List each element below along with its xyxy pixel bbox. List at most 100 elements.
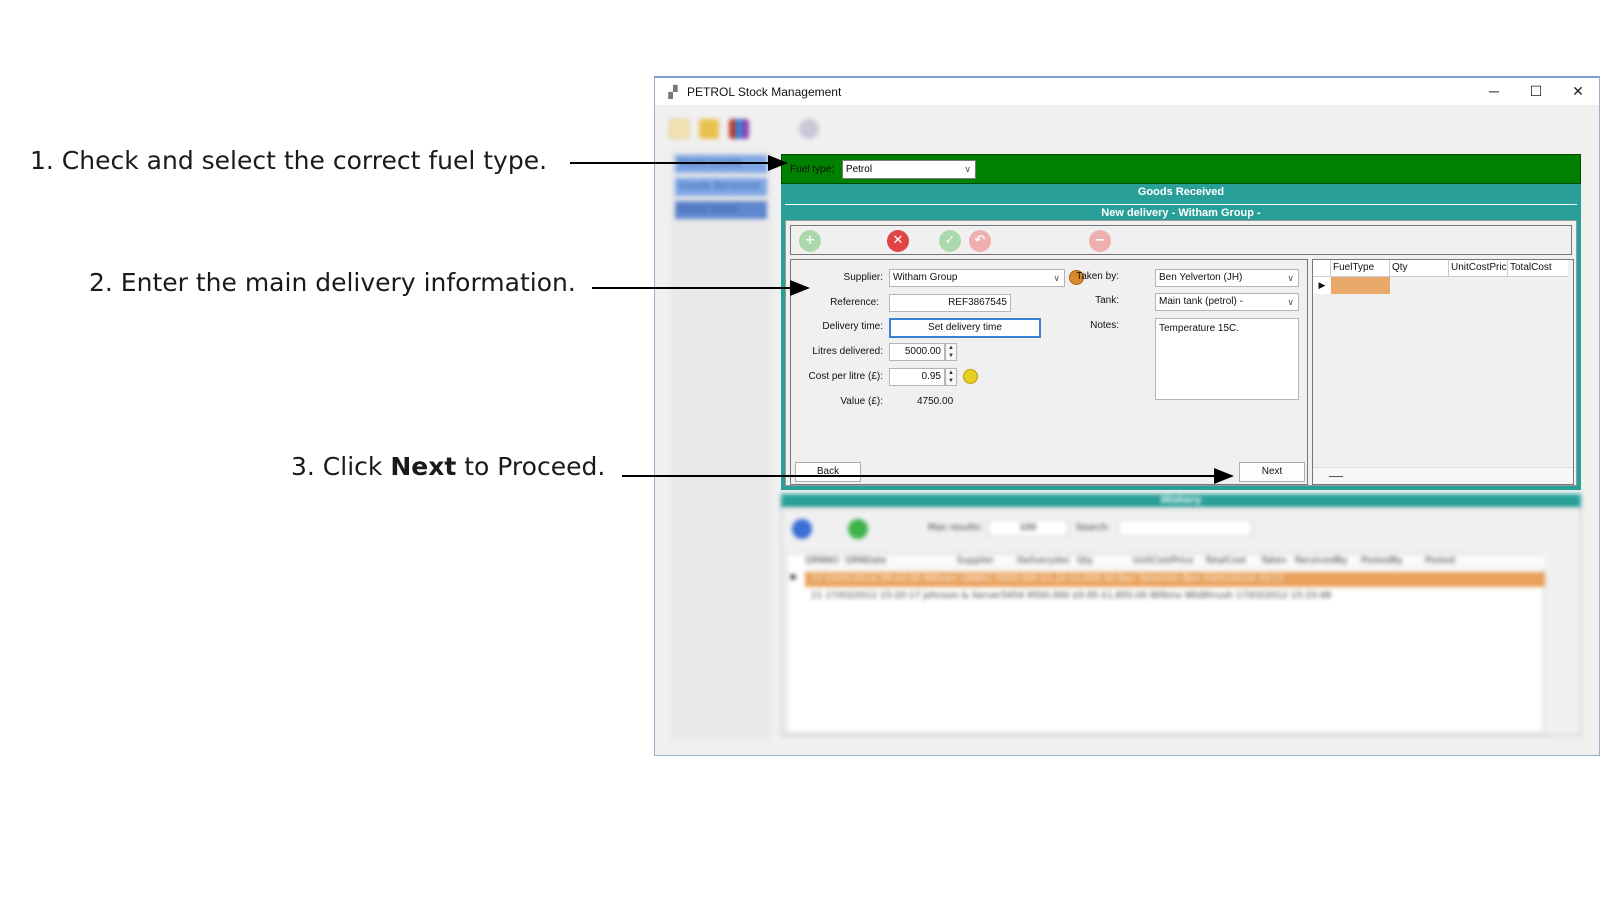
history-header: History	[781, 494, 1581, 508]
callout-step-1: 1. Check and select the correct fuel typ…	[30, 146, 548, 175]
help-icon[interactable]	[799, 119, 819, 139]
next-button[interactable]: Next	[1239, 462, 1305, 482]
callout-step-3-prefix: 3. Click	[291, 452, 391, 481]
chevron-down-icon: ∨	[964, 163, 971, 174]
history-col[interactable]: TotalCost	[1205, 554, 1261, 568]
callout-step-2: 2. Enter the main delivery information.	[89, 268, 576, 297]
reference-input[interactable]: REF3867545	[889, 294, 1011, 312]
grid-col-totalcost[interactable]: TotalCost	[1508, 260, 1568, 276]
grid-scroll-thumb[interactable]	[1329, 476, 1343, 477]
value-amount: 4750.00	[917, 396, 954, 407]
table-row[interactable]: 11 17/03/2012 15:20:17 Johnson & Server5…	[805, 589, 1545, 604]
cost-per-litre-input[interactable]: 0.95	[889, 368, 945, 386]
grid-col-spacer	[1313, 260, 1331, 276]
main-toolbar	[661, 114, 1591, 144]
history-row-pointer: ▶	[791, 572, 798, 581]
goods-received-panel: New delivery - Witham Group - + ✕ ✓ ↶ − …	[781, 200, 1581, 490]
search-input[interactable]	[1118, 519, 1252, 537]
litres-delivered-label: Litres delivered:	[812, 346, 883, 357]
back-button[interactable]: Back	[795, 462, 861, 482]
taken-by-label: Taken by:	[1076, 271, 1119, 282]
supplier-value: Witham Group	[893, 272, 958, 283]
window-title: PETROL Stock Management	[687, 84, 842, 99]
callout-step-3: 3. Click Next to Proceed.	[291, 452, 605, 482]
callout-step-3-suffix: to Proceed.	[456, 452, 606, 481]
confirm-icon[interactable]: ✓	[939, 230, 961, 252]
sidebar-item-stock-levels[interactable]: Stock Levels	[675, 155, 767, 173]
sidebar-item-goods-received[interactable]: Goods Received	[675, 178, 767, 196]
history-col[interactable]: GRNDate	[845, 554, 957, 568]
app-icon: ▞	[668, 84, 678, 99]
delivery-form: Supplier: Witham Group ∨ Reference: REF3…	[790, 259, 1308, 485]
delivery-lines-grid: FuelType Qty UnitCostPric TotalCost ▶	[1312, 259, 1574, 485]
cost-per-litre-label: Cost per litre (£):	[808, 371, 883, 382]
grid-scrollbar[interactable]	[1313, 467, 1573, 484]
goods-received-header: Goods Received	[781, 184, 1581, 200]
sidebar-item-blend-stock[interactable]: Blend Stock	[675, 201, 767, 219]
new-delivery-header: New delivery - Witham Group -	[785, 204, 1577, 220]
cancel-icon[interactable]: ✕	[887, 230, 909, 252]
chart-icon[interactable]	[729, 119, 749, 139]
taken-by-value: Ben Yelverton (JH)	[1159, 272, 1243, 283]
value-label: Value (£):	[840, 396, 883, 407]
history-col[interactable]: PostedBy	[1361, 554, 1425, 568]
fuel-type-label: Fuel type:	[790, 163, 834, 175]
history-table-header: GRNNO GRNDate Supplier Deliverydoc Qty U…	[805, 554, 1545, 569]
app-window: ▞ PETROL Stock Management ─ ☐ ✕ Stock Le…	[654, 76, 1600, 756]
fuel-type-select[interactable]: Petrol ∨	[841, 159, 976, 179]
sidebar: Stock Levels Goods Received Blend Stock	[671, 150, 771, 740]
grid-row-pointer: ▶	[1313, 277, 1331, 294]
chevron-down-icon: ∨	[1287, 297, 1294, 307]
remove-icon[interactable]: −	[1089, 230, 1111, 252]
set-delivery-time-button[interactable]: Set delivery time	[889, 318, 1041, 338]
tank-value: Main tank (petrol) -	[1159, 296, 1243, 307]
refresh-icon[interactable]	[848, 519, 868, 539]
callout-step-3-bold: Next	[390, 452, 457, 481]
history-col[interactable]: Supplier	[957, 554, 1017, 568]
info-icon[interactable]	[792, 519, 812, 539]
search-label: Search:	[1076, 523, 1110, 533]
delivery-toolbar: + ✕ ✓ ↶ −	[790, 225, 1572, 255]
max-results-label: Max results:	[928, 523, 983, 533]
open-folder-icon[interactable]	[699, 119, 719, 139]
tank-label: Tank:	[1095, 295, 1119, 306]
grid-header: FuelType Qty UnitCostPric TotalCost	[1313, 260, 1568, 277]
undo-icon[interactable]: ↶	[969, 230, 991, 252]
title-bar: ▞ PETROL Stock Management ─ ☐ ✕	[655, 78, 1599, 105]
max-results-input[interactable]: 100	[988, 519, 1068, 537]
close-button[interactable]: ✕	[1557, 78, 1599, 105]
add-icon[interactable]: +	[799, 230, 821, 252]
history-col[interactable]: Qty	[1077, 554, 1133, 568]
grid-col-unitcost[interactable]: UnitCostPric	[1449, 260, 1508, 276]
table-row[interactable]: 12 03/01/2014 09:43:00 Witham GRN01 5000…	[805, 572, 1545, 587]
minimize-button[interactable]: ─	[1473, 78, 1515, 105]
grid-col-fueltype[interactable]: FuelType	[1331, 260, 1390, 276]
taken-by-select[interactable]: Ben Yelverton (JH) ∨	[1155, 269, 1299, 287]
history-col[interactable]: Posted	[1425, 554, 1485, 568]
new-delivery-panel: + ✕ ✓ ↶ − Supplier: Witham Group ∨ Refer…	[785, 220, 1577, 486]
fuel-type-value: Petrol	[845, 163, 873, 175]
maximize-button[interactable]: ☐	[1515, 78, 1557, 105]
supplier-label: Supplier:	[843, 272, 883, 283]
history-col[interactable]: UnitCostPrice	[1133, 554, 1205, 568]
grid-cell-fueltype[interactable]	[1331, 277, 1390, 294]
history-col[interactable]: Deliverydoc	[1017, 554, 1077, 568]
litres-delivered-input[interactable]: 5000.00	[889, 343, 945, 361]
notes-textarea[interactable]: Temperature 15C.	[1155, 318, 1299, 400]
litres-spinner[interactable]: ▲ ▼	[945, 343, 957, 361]
history-panel: Max results: 100 Search: GRNNO GRNDate S…	[781, 508, 1581, 736]
fuel-type-bar: Fuel type: Petrol ∨	[781, 154, 1581, 184]
history-table: GRNNO GRNDate Supplier Deliverydoc Qty U…	[786, 553, 1545, 733]
new-file-icon[interactable]	[669, 119, 689, 139]
tank-select[interactable]: Main tank (petrol) - ∨	[1155, 293, 1299, 311]
grid-col-qty[interactable]: Qty	[1390, 260, 1449, 276]
delivery-time-label: Delivery time:	[822, 321, 883, 332]
history-col[interactable]: GRNNO	[805, 554, 845, 568]
cost-spinner[interactable]: ▲ ▼	[945, 368, 957, 386]
notes-label: Notes:	[1090, 320, 1119, 331]
history-col[interactable]: ReceivedBy	[1295, 554, 1361, 568]
cost-lookup-icon[interactable]	[963, 369, 978, 384]
history-col[interactable]: Taken	[1261, 554, 1295, 568]
chevron-down-icon: ∨	[1287, 273, 1294, 283]
reference-label: Reference:	[830, 297, 879, 308]
